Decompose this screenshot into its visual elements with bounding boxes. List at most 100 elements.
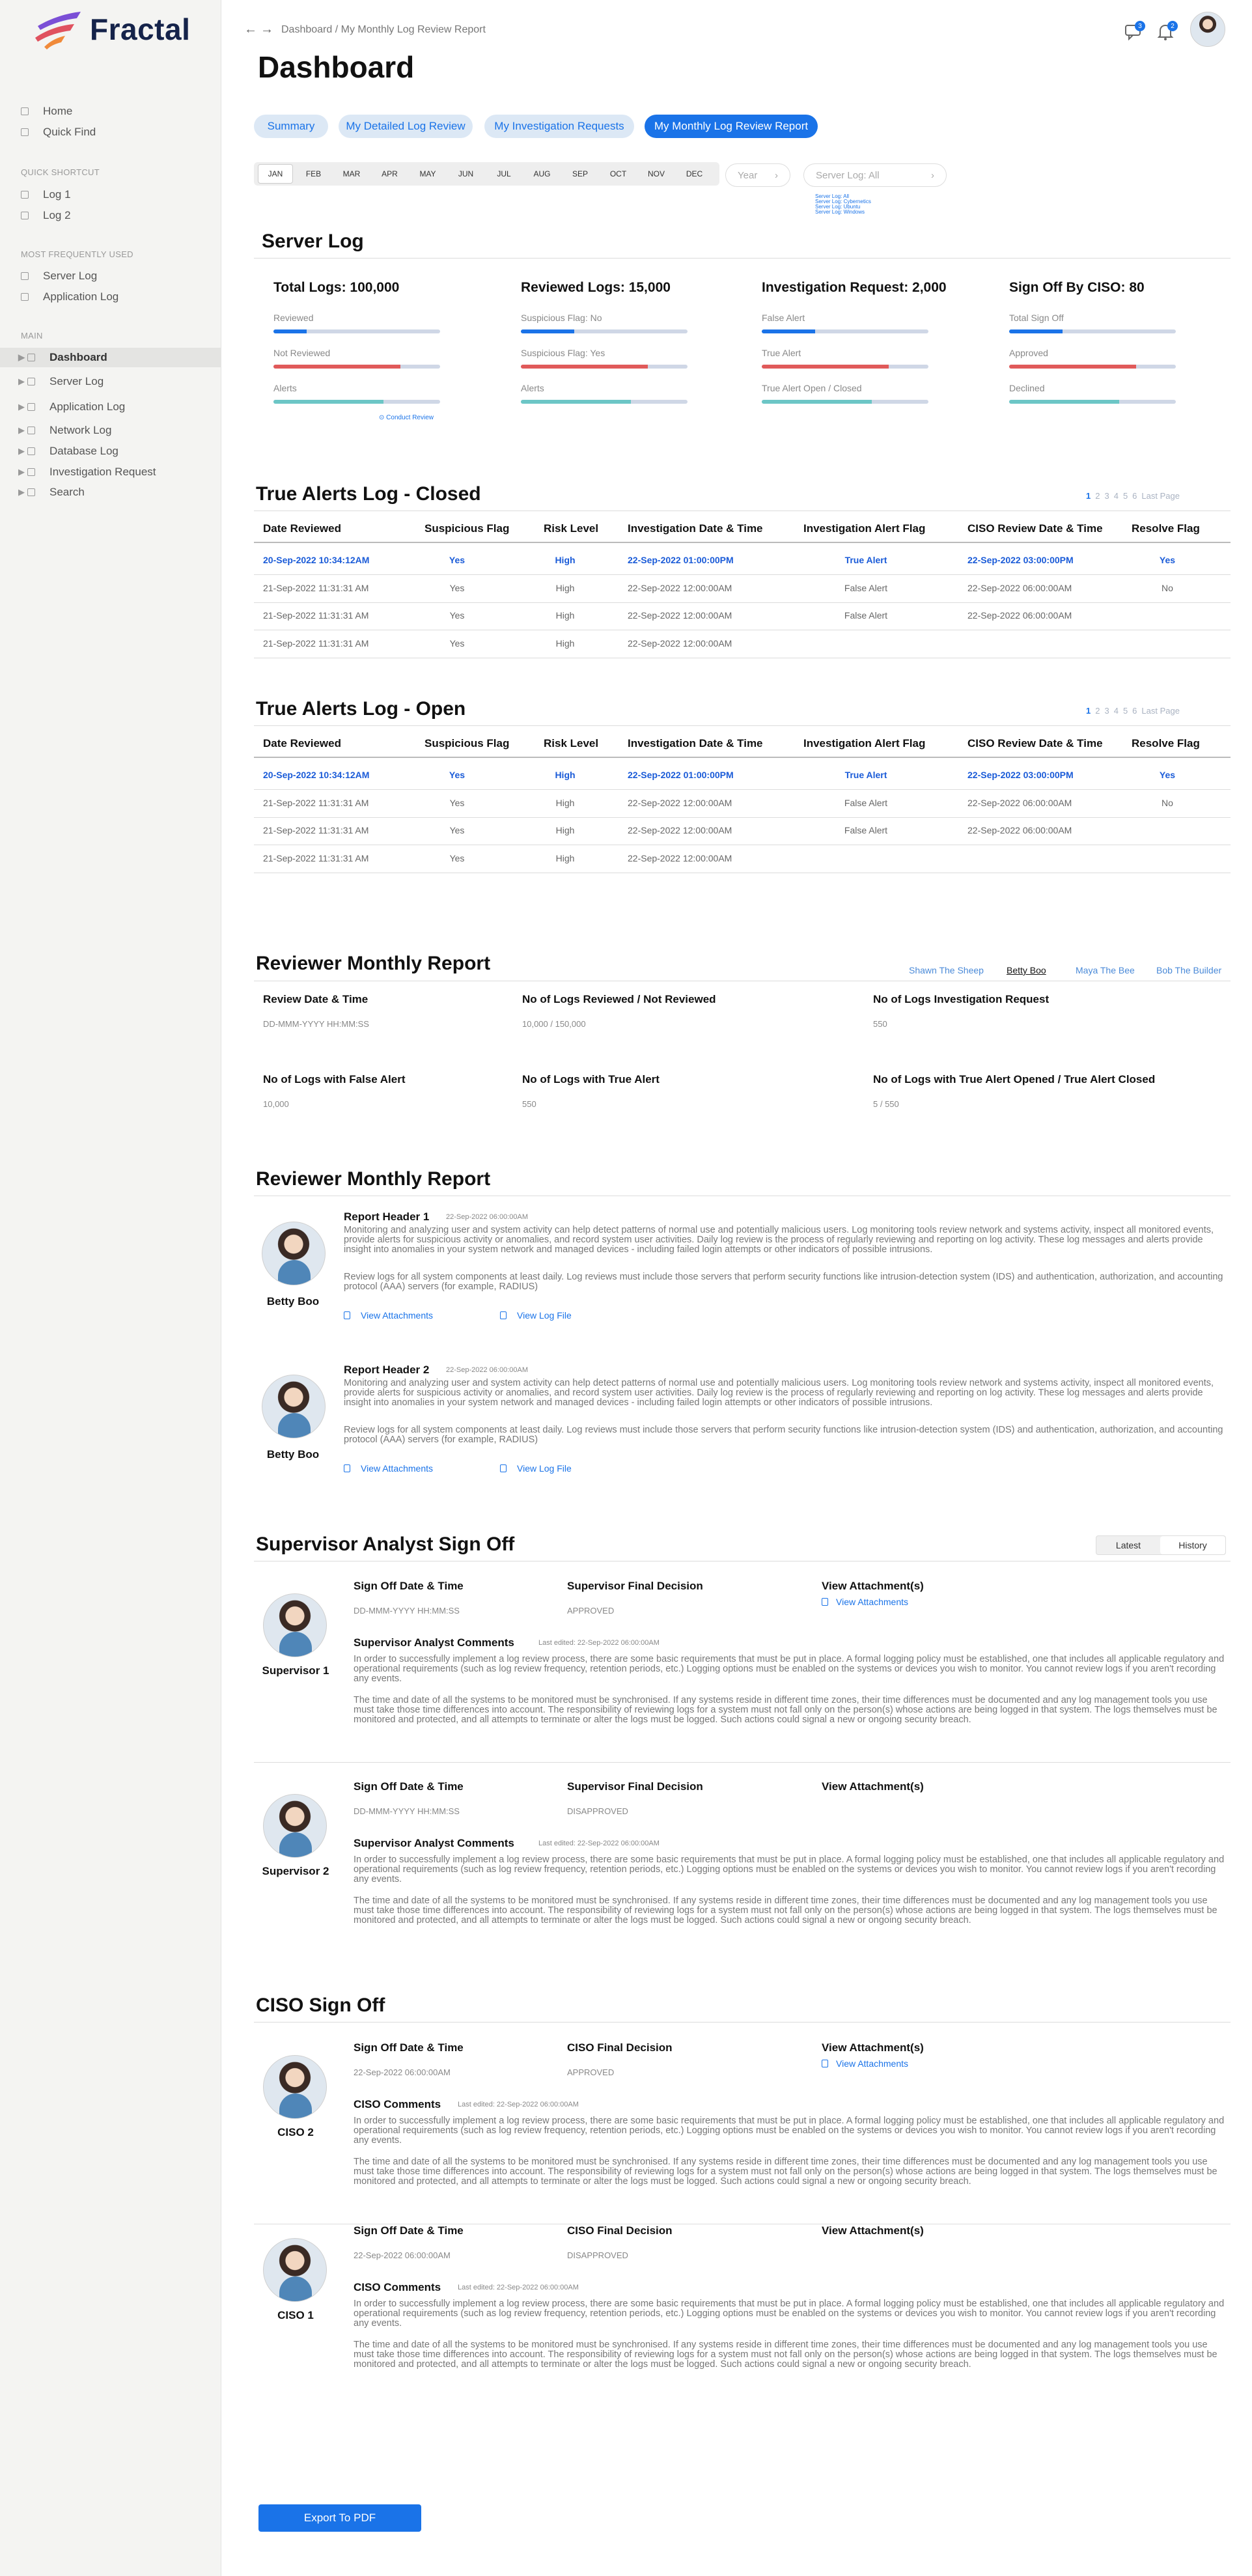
nav-item-icon <box>27 354 35 361</box>
page-link[interactable]: 3 <box>1104 491 1109 501</box>
expand-arrow-icon: ▶ <box>18 376 25 386</box>
page-link[interactable]: 6 <box>1132 491 1137 501</box>
page-link[interactable]: 1 <box>1086 706 1091 716</box>
column-header: Risk Level <box>544 737 599 749</box>
view-attachments-link[interactable]: View Attachments <box>344 1463 433 1474</box>
sidebar-item-dashboard[interactable]: ▶ Dashboard <box>0 348 221 367</box>
comments-label: CISO Comments <box>354 2281 441 2293</box>
page-link[interactable]: 4 <box>1114 706 1119 716</box>
page-link[interactable]: 5 <box>1123 491 1128 501</box>
reviewer-tab[interactable]: Shawn The Sheep <box>909 965 984 975</box>
tab-my-detailed-log-review[interactable]: My Detailed Log Review <box>339 115 473 138</box>
page-link[interactable]: 3 <box>1104 706 1109 716</box>
page-link[interactable]: 4 <box>1114 491 1119 501</box>
sidebar-item-application-log[interactable]: ▶ Application Log <box>0 397 221 417</box>
stat-title: Investigation Request: 2,000 <box>762 280 947 295</box>
reviewer-tab[interactable]: Maya The Bee <box>1076 965 1135 975</box>
server-log-select[interactable]: Server Log: All › <box>803 163 947 187</box>
sidebar-item-log-1-label: Log 1 <box>43 188 71 201</box>
month-nov[interactable]: NOV <box>639 164 674 184</box>
sidebar-item-investigation-request[interactable]: ▶ Investigation Request <box>0 462 221 482</box>
progress-bar-fill <box>1009 329 1063 333</box>
chat-button[interactable]: 3 <box>1124 21 1148 40</box>
month-jun[interactable]: JUN <box>449 164 484 184</box>
sidebar-item-quick-find[interactable]: Quick Find <box>0 122 221 142</box>
year-select[interactable]: Year › <box>725 163 790 187</box>
progress-bar <box>762 400 928 404</box>
conduct-review-link[interactable]: ⊙ Conduct Review <box>379 414 434 421</box>
nav-item-icon <box>21 128 29 136</box>
tab-my-investigation-requests[interactable]: My Investigation Requests <box>484 115 634 138</box>
view-attachments-link[interactable]: View Attachments <box>344 1310 433 1321</box>
history-toggle[interactable]: History <box>1160 1536 1225 1554</box>
page-link[interactable]: 2 <box>1095 491 1100 501</box>
last-page-link[interactable]: Last Page <box>1141 491 1180 501</box>
month-jan[interactable]: JAN <box>258 164 293 184</box>
sidebar-item-home[interactable]: Home <box>0 102 221 121</box>
view-attachments-label: View Attachments <box>836 2058 909 2069</box>
back-arrow-icon[interactable]: ← <box>244 22 257 37</box>
tab-my-monthly-log-review-report[interactable]: My Monthly Log Review Report <box>645 115 818 138</box>
month-oct[interactable]: OCT <box>601 164 636 184</box>
sidebar-item-server-log[interactable]: Server Log <box>0 266 221 286</box>
column-header: Suspicious Flag <box>424 522 510 535</box>
view-log-file-link[interactable]: View Log File <box>500 1463 572 1474</box>
sidebar-item-log-1[interactable]: Log 1 <box>0 185 221 204</box>
tab-summary[interactable]: Summary <box>254 115 328 138</box>
stat-label: True Alert <box>762 348 801 358</box>
sidebar-item-application-log[interactable]: Application Log <box>0 287 221 307</box>
page-link[interactable]: 1 <box>1086 491 1091 501</box>
table-cell: 22-Sep-2022 06:00:00AM <box>967 825 1072 835</box>
view-attachments-label: View Attachments <box>361 1463 434 1474</box>
export-pdf-button[interactable]: Export To PDF <box>258 2504 421 2532</box>
month-may[interactable]: MAY <box>410 164 445 184</box>
month-jul[interactable]: JUL <box>486 164 522 184</box>
progress-bar <box>762 365 928 369</box>
view-attachments-link[interactable]: View Attachments <box>822 2058 908 2069</box>
reviewer-name: Betty Boo <box>266 1448 320 1461</box>
column-header: Investigation Date & Time <box>628 737 763 749</box>
reviewer-tab[interactable]: Bob The Builder <box>1156 965 1221 975</box>
sidebar-item-search[interactable]: ▶ Search <box>0 483 221 502</box>
month-dec[interactable]: DEC <box>677 164 712 184</box>
server-log-option[interactable]: Server Log: Windows <box>815 210 865 215</box>
month-mar[interactable]: MAR <box>334 164 369 184</box>
latest-toggle[interactable]: Latest <box>1096 1536 1160 1554</box>
month-sep[interactable]: SEP <box>563 164 598 184</box>
reviewer-tab[interactable]: Betty Boo <box>1007 965 1046 975</box>
logo[interactable]: Fractal <box>31 7 190 52</box>
table-cell: 20-Sep-2022 10:34:12AM <box>263 555 370 565</box>
breadcrumb[interactable]: Dashboard / My Monthly Log Review Report <box>281 24 486 36</box>
table-cell: 21-Sep-2022 11:31:31 AM <box>263 825 369 835</box>
month-aug[interactable]: AUG <box>525 164 560 184</box>
view-log-file-link[interactable]: View Log File <box>500 1310 572 1321</box>
sidebar-item-dashboard-label: Dashboard <box>49 351 107 363</box>
notifications-button[interactable]: 2 <box>1157 21 1180 40</box>
user-avatar[interactable] <box>1190 12 1225 47</box>
stat-label: Not Reviewed <box>273 348 331 358</box>
sidebar-item-database-log[interactable]: ▶ Database Log <box>0 441 221 461</box>
month-apr[interactable]: APR <box>372 164 408 184</box>
row-divider <box>254 574 1231 575</box>
report-field-value: DD-MMM-YYYY HH:MM:SS <box>263 1019 369 1029</box>
sidebar-item-log-2[interactable]: Log 2 <box>0 206 221 225</box>
nav-item-icon <box>27 488 35 496</box>
table-cell: Yes <box>449 610 465 621</box>
table-cell: 21-Sep-2022 11:31:31 AM <box>263 638 369 649</box>
column-header: Investigation Alert Flag <box>803 737 926 749</box>
page-link[interactable]: 2 <box>1095 706 1100 716</box>
page-link[interactable]: 5 <box>1123 706 1128 716</box>
final-decision-label: Supervisor Final Decision <box>567 1580 703 1592</box>
forward-arrow-icon[interactable]: → <box>260 22 273 37</box>
progress-bar-fill <box>521 400 631 404</box>
table-cell: High <box>555 770 576 780</box>
sidebar-item-server-log[interactable]: ▶ Server Log <box>0 372 221 391</box>
sidebar-item-network-log[interactable]: ▶ Network Log <box>0 421 221 440</box>
column-header: CISO Review Date & Time <box>967 737 1103 749</box>
view-attachments-link[interactable]: View Attachments <box>822 1597 908 1607</box>
comments-label: CISO Comments <box>354 2098 441 2110</box>
last-page-link[interactable]: Last Page <box>1141 706 1180 716</box>
table-cell: 22-Sep-2022 12:00:00AM <box>628 853 732 863</box>
month-feb[interactable]: FEB <box>296 164 331 184</box>
page-link[interactable]: 6 <box>1132 706 1137 716</box>
